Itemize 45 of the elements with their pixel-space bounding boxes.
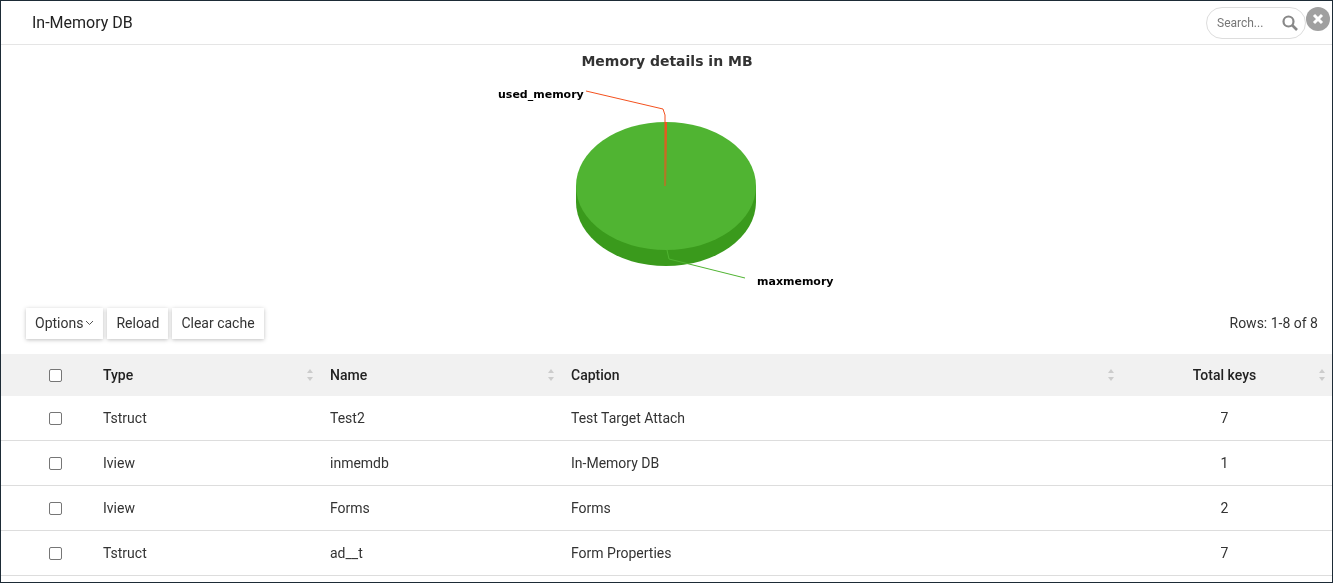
- slice-label: maxmemory: [756, 275, 834, 288]
- sort-icon: [1107, 368, 1115, 382]
- column-header[interactable]: Type: [103, 364, 134, 386]
- checkbox[interactable]: [48, 546, 62, 560]
- table-cell: Iview: [103, 499, 135, 516]
- options-dropdown[interactable]: Options: [26, 307, 104, 339]
- table-cell: 2: [1220, 499, 1229, 516]
- checkbox[interactable]: [48, 501, 62, 515]
- close-icon[interactable]: [1306, 7, 1330, 31]
- table-cell: 1: [1220, 454, 1229, 471]
- sort-icon: [306, 368, 314, 382]
- table-cell: 7: [1220, 409, 1229, 426]
- table-cell: 7: [1220, 544, 1229, 561]
- table-cell: Test2: [330, 409, 365, 426]
- checkbox[interactable]: [48, 368, 62, 382]
- table-row[interactable]: Iview Forms Forms 2: [1, 486, 1332, 531]
- table-cell: Form Properties: [571, 544, 672, 561]
- slice-label: used_memory: [497, 88, 584, 101]
- table-cell: inmemdb: [330, 454, 389, 471]
- table-row[interactable]: Iview inmemdb In-Memory DB 1: [1, 441, 1332, 486]
- window-title: In-Memory DB: [32, 11, 133, 34]
- table-cell: In-Memory DB: [571, 454, 660, 471]
- table-cell: Forms: [330, 499, 370, 516]
- column-header[interactable]: Name: [330, 364, 368, 386]
- toolbar-button[interactable]: Clear cache: [172, 307, 264, 339]
- search-icon: [1282, 14, 1298, 31]
- table-cell: Iview: [103, 454, 135, 471]
- table-cell: Tstruct: [103, 544, 147, 561]
- column-header[interactable]: Total keys: [1131, 364, 1318, 386]
- table-cell: Test Target Attach: [571, 409, 686, 426]
- table-cell: Tstruct: [103, 409, 147, 426]
- toolbar-button[interactable]: Reload: [107, 307, 169, 339]
- table-cell: Forms: [571, 499, 611, 516]
- checkbox[interactable]: [48, 456, 62, 470]
- sort-icon: [547, 368, 555, 382]
- rows-info: Rows: 1-8 of 8: [1229, 313, 1318, 333]
- checkbox[interactable]: [48, 411, 62, 425]
- column-header[interactable]: Caption: [571, 364, 620, 386]
- table-row[interactable]: Tstruct Test2 Test Target Attach 7: [1, 396, 1332, 441]
- search-field[interactable]: Search...: [1206, 6, 1306, 39]
- table-row[interactable]: Tstruct ad__t Form Properties 7: [1, 531, 1332, 576]
- sort-icon: [1318, 368, 1326, 382]
- chevron-down-icon: [85, 320, 95, 326]
- chart-title: Memory details in MB: [580, 53, 753, 69]
- table-cell: ad__t: [330, 544, 363, 561]
